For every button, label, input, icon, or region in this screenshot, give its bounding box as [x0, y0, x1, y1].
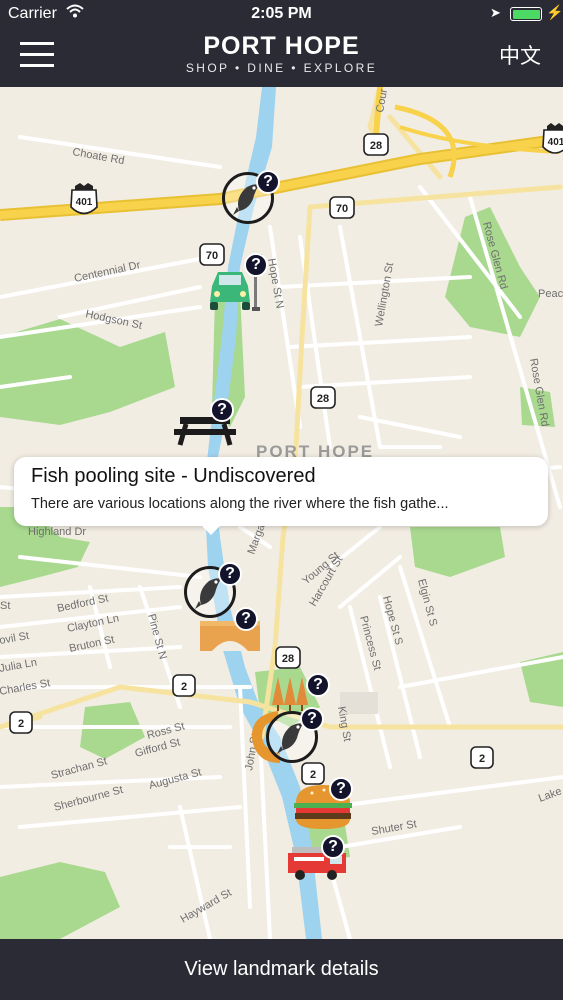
bridge-marker[interactable]: ?: [198, 607, 262, 657]
app-title: PORT HOPE: [203, 32, 360, 60]
svg-text:401: 401: [76, 197, 93, 208]
landmark-callout[interactable]: Fish pooling site - Undiscovered There a…: [14, 457, 548, 526]
battery-icon: [510, 7, 542, 21]
location-arrow-icon: ➤: [490, 5, 501, 20]
svg-text:2: 2: [479, 753, 485, 765]
fish-pooling-marker-south[interactable]: ?: [248, 705, 330, 769]
fire-truck-marker[interactable]: ?: [286, 835, 352, 881]
unknown-badge: ?: [300, 707, 324, 731]
route-2-shield: 2: [172, 674, 196, 697]
view-landmark-details-button[interactable]: View landmark details: [0, 939, 563, 1000]
svg-text:2: 2: [18, 718, 24, 730]
road-label: Peac: [538, 288, 563, 300]
language-toggle-button[interactable]: 中文: [499, 40, 541, 70]
burger-marker[interactable]: ?: [292, 775, 358, 831]
callout-description: There are various locations along the ri…: [31, 496, 449, 512]
brand: PORT HOPE SHOP • DINE • EXPLORE: [0, 32, 563, 76]
app-header: PORT HOPE SHOP • DINE • EXPLORE 中文: [0, 30, 563, 87]
svg-text:28: 28: [282, 653, 294, 665]
route-28-shield: 28: [275, 646, 301, 669]
svg-text:2: 2: [181, 681, 187, 693]
unknown-badge: ?: [218, 562, 242, 586]
route-2-shield: 2: [9, 711, 33, 734]
parking-marker[interactable]: ?: [206, 252, 272, 314]
charging-bolt-icon: ⚡: [546, 4, 563, 20]
svg-text:401: 401: [548, 137, 563, 148]
unknown-badge: ?: [256, 170, 280, 194]
unknown-badge: ?: [321, 835, 345, 859]
status-bar: Carrier 2:05 PM ➤ ⚡: [0, 0, 563, 30]
svg-text:28: 28: [370, 140, 382, 152]
unknown-badge: ?: [210, 398, 234, 422]
route-28-shield: 28: [363, 133, 389, 156]
unknown-badge: ?: [306, 673, 330, 697]
app-subtitle: SHOP • DINE • EXPLORE: [185, 61, 378, 75]
callout-title: Fish pooling site - Undiscovered: [31, 465, 316, 487]
route-28-shield: 28: [310, 386, 336, 409]
route-2-shield: 2: [470, 746, 494, 769]
unknown-badge: ?: [244, 253, 268, 277]
route-70-shield: 70: [329, 196, 355, 219]
fish-pooling-marker-north[interactable]: ?: [222, 170, 282, 230]
unknown-badge: ?: [329, 777, 353, 801]
picnic-marker[interactable]: ?: [172, 395, 238, 447]
map-view[interactable]: Choate Rd Centennial Dr Hodgson St Rose …: [0, 87, 563, 939]
svg-text:28: 28: [317, 393, 329, 405]
road-label: Highland Dr: [28, 526, 86, 538]
clock: 2:05 PM: [251, 5, 312, 22]
svg-text:70: 70: [336, 203, 348, 215]
road-label: St: [0, 600, 10, 612]
callout-pointer: [200, 524, 222, 535]
unknown-badge: ?: [234, 607, 258, 631]
